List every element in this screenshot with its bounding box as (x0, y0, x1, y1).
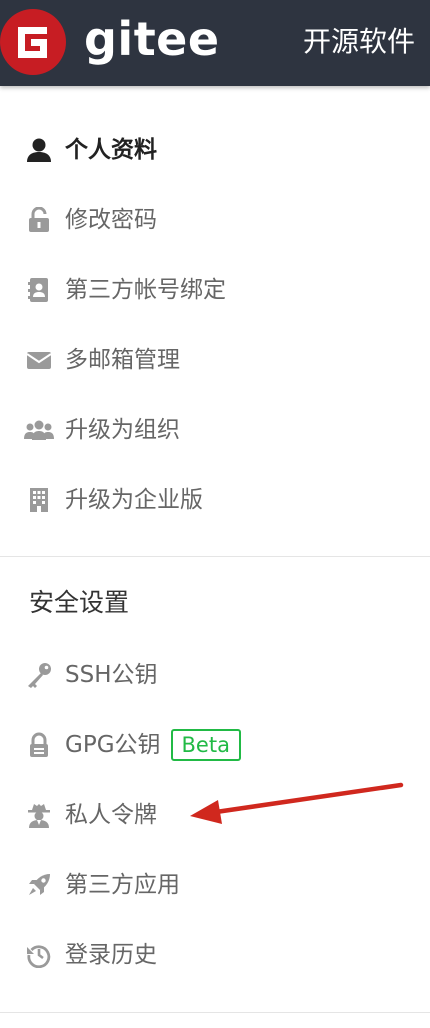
sidebar-item-label: 多邮箱管理 (65, 347, 180, 373)
sidebar-item-gpg-keys[interactable]: GPG公钥 Beta (24, 725, 241, 765)
history-icon (24, 941, 54, 969)
brand-wordmark[interactable]: gitee (84, 11, 220, 67)
gitee-logo-icon[interactable] (0, 9, 66, 75)
sidebar-item-upgrade-enterprise[interactable]: 升级为企业版 (24, 480, 203, 520)
lock-icon (24, 731, 54, 759)
sidebar-item-multi-email[interactable]: 多邮箱管理 (24, 340, 180, 380)
section-divider (0, 556, 430, 557)
sidebar-item-private-tokens[interactable]: 私人令牌 (24, 795, 157, 835)
unlock-icon (24, 206, 54, 234)
beta-badge: Beta (170, 729, 241, 761)
address-book-icon (24, 276, 54, 304)
sidebar-item-label: 第三方帐号绑定 (65, 277, 226, 303)
envelope-icon (24, 346, 54, 374)
rocket-icon (24, 871, 54, 899)
red-arrow-annotation (190, 782, 404, 824)
key-icon (24, 661, 54, 689)
sidebar-item-ssh-keys[interactable]: SSH公钥 (24, 655, 158, 695)
sidebar-item-label: GPG公钥 (65, 732, 161, 758)
sidebar-item-label: 修改密码 (65, 207, 157, 233)
sidebar-item-label: 登录历史 (65, 942, 157, 968)
sidebar-item-profile[interactable]: 个人资料 (24, 130, 157, 170)
sidebar-item-label: SSH公钥 (65, 662, 158, 688)
sidebar-item-label: 第三方应用 (65, 872, 180, 898)
sidebar-item-label: 个人资料 (65, 137, 157, 163)
section-title-security: 安全设置 (29, 588, 130, 617)
building-icon (24, 486, 54, 514)
sidebar-item-label: 升级为企业版 (65, 487, 203, 513)
sidebar-item-change-password[interactable]: 修改密码 (24, 200, 157, 240)
sidebar-item-third-party-apps[interactable]: 第三方应用 (24, 865, 180, 905)
user-icon (24, 136, 54, 164)
sidebar-item-third-party-binding[interactable]: 第三方帐号绑定 (24, 270, 226, 310)
user-secret-icon (24, 801, 54, 829)
sidebar-item-login-history[interactable]: 登录历史 (24, 935, 157, 975)
sidebar-item-upgrade-org[interactable]: 升级为组织 (24, 410, 180, 450)
sidebar-item-label: 私人令牌 (65, 802, 157, 828)
top-nav-bar: gitee 开源软件 (0, 0, 430, 86)
sidebar-item-label: 升级为组织 (65, 417, 180, 443)
users-icon (24, 416, 54, 444)
section-divider (0, 1012, 430, 1013)
nav-link-open-source[interactable]: 开源软件 (303, 22, 415, 62)
